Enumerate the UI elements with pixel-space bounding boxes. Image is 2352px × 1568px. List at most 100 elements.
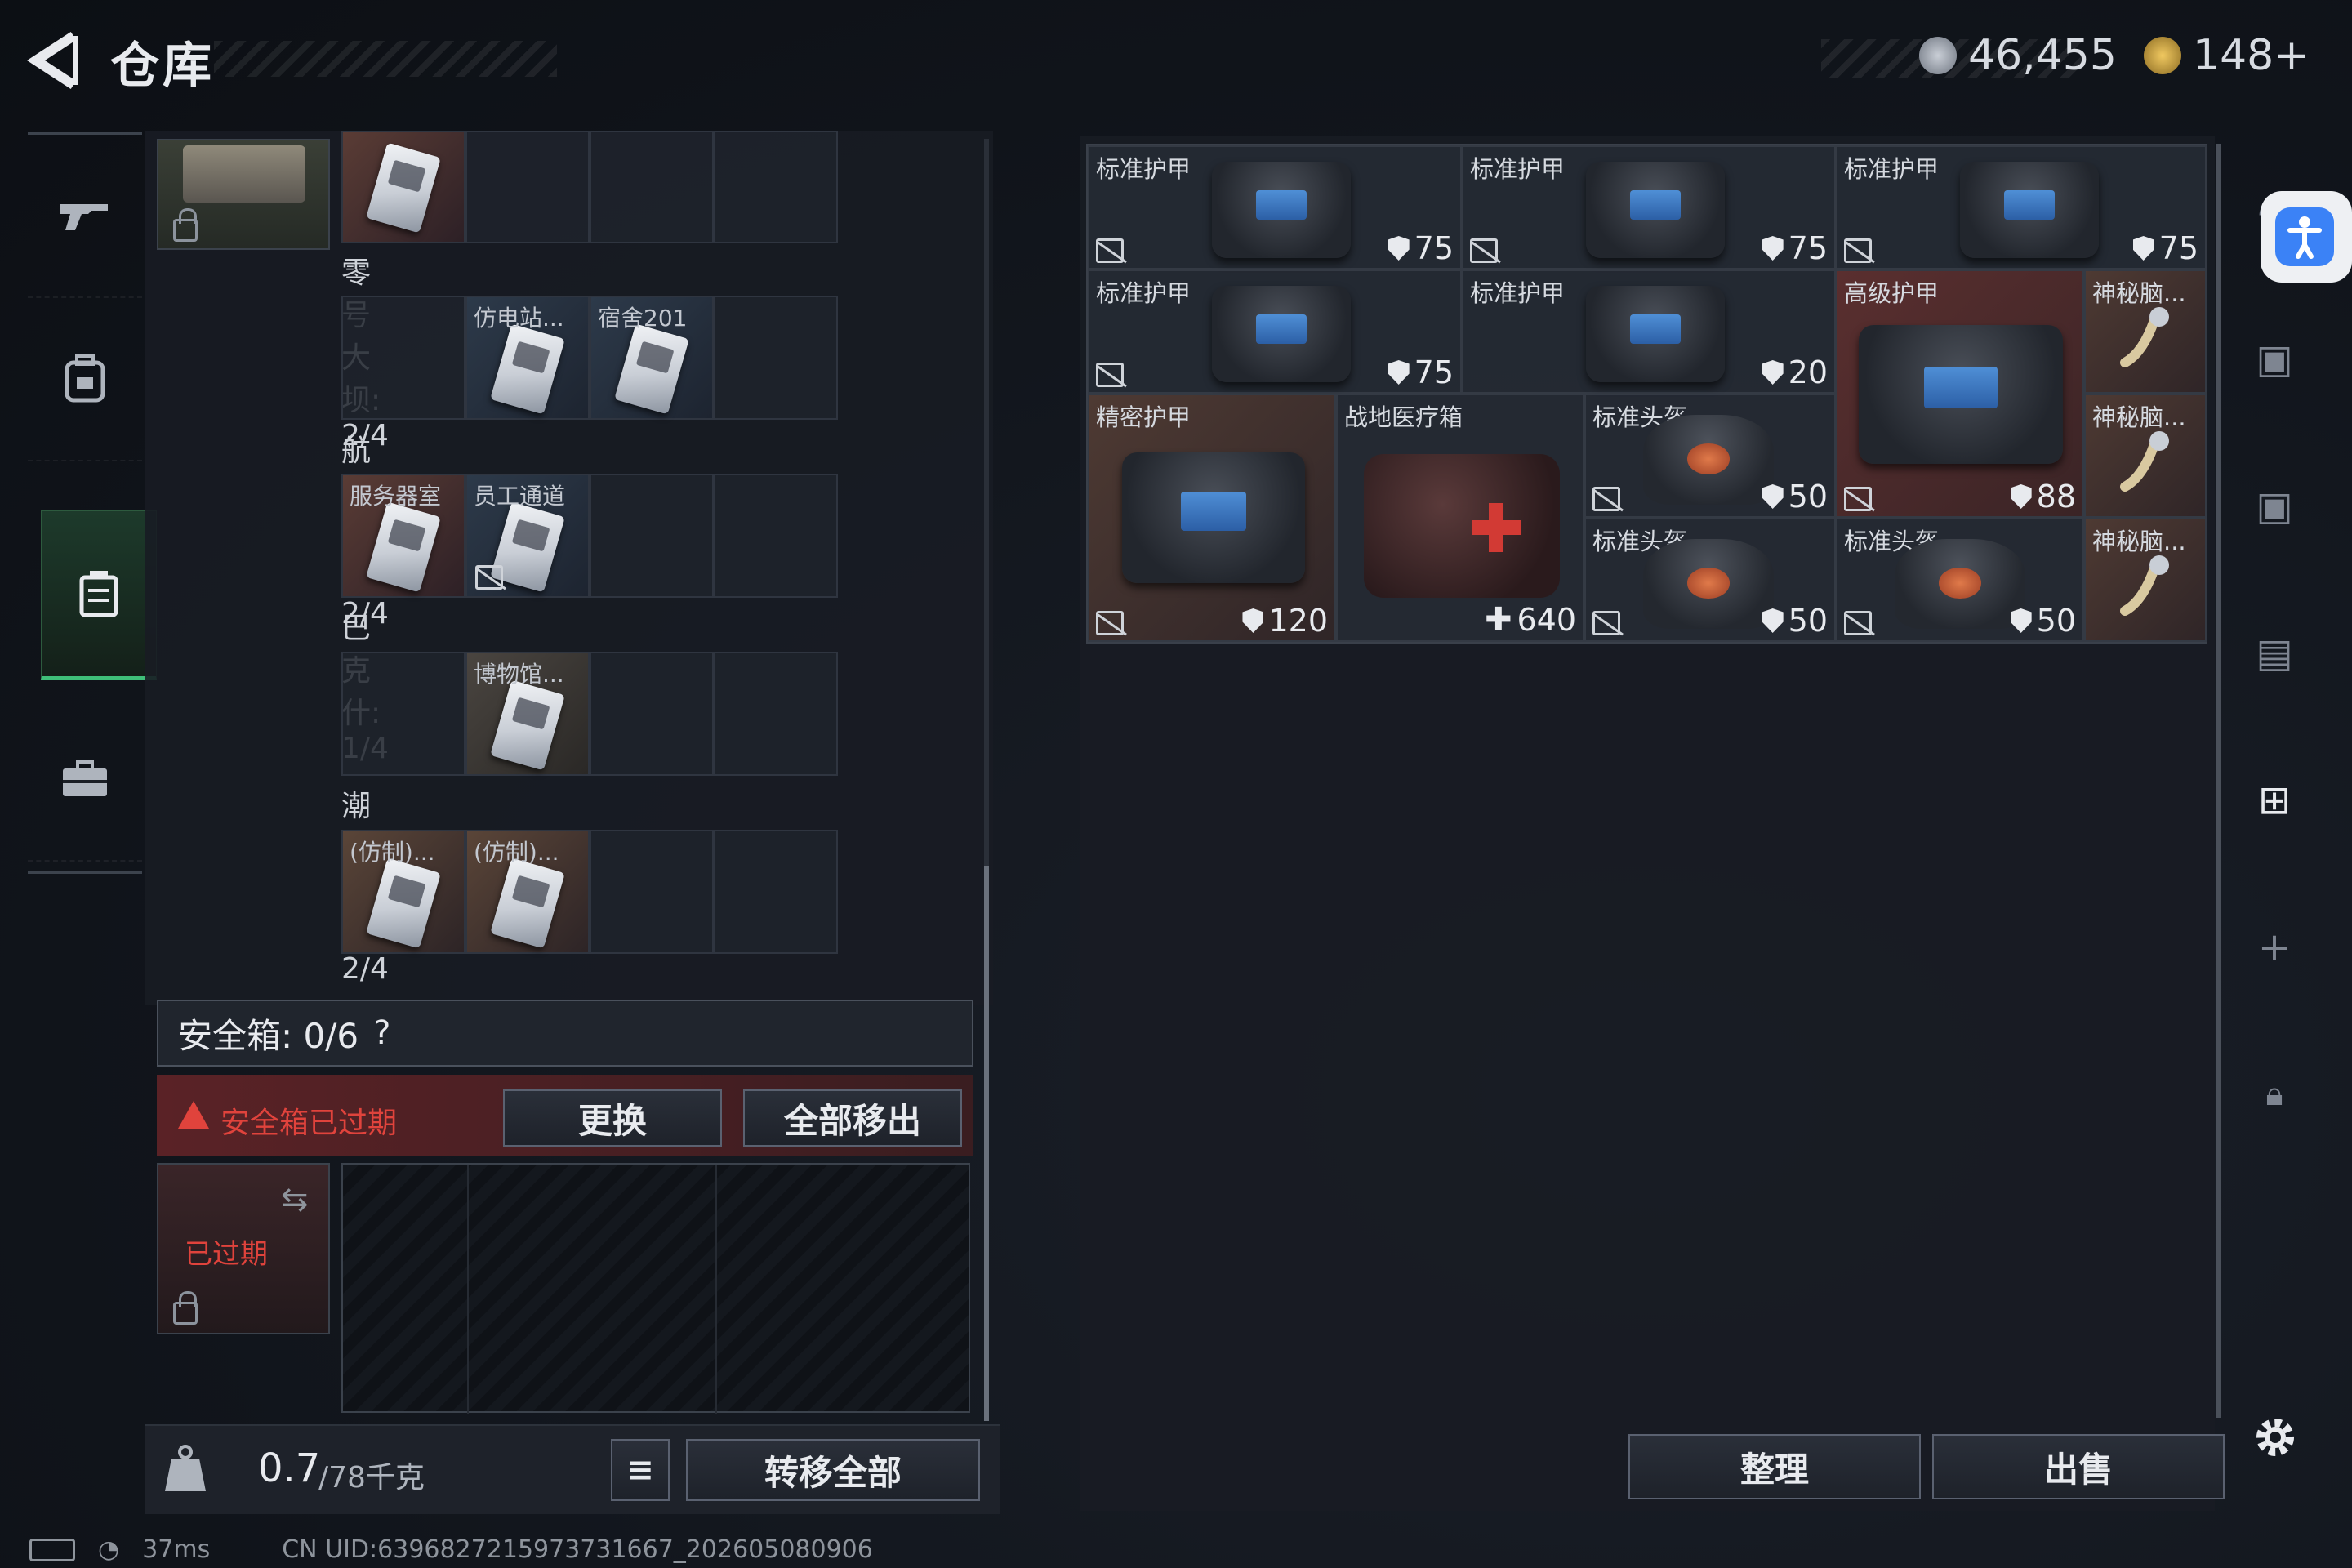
expired-safebox[interactable]: ⇆ 已过期 [157, 1163, 330, 1334]
keycard-slot[interactable]: 员工通道 [466, 474, 590, 598]
add-case-icon[interactable]: ⊞ [2238, 768, 2311, 833]
page-title: 仓库 [110, 38, 215, 95]
item-standard-armor[interactable]: 标准护甲 75 [1088, 145, 1462, 270]
keycard-slot-empty[interactable] [341, 652, 466, 776]
sort-button[interactable]: 整理 [1628, 1434, 1921, 1499]
keycard-image [614, 323, 689, 415]
armor-image [1859, 325, 2063, 464]
grid-line [467, 1165, 469, 1414]
helmet-image [1643, 415, 1774, 505]
keycard-slot-empty[interactable] [714, 474, 838, 598]
armor-image [1212, 162, 1351, 258]
armor-image [1212, 286, 1351, 382]
left-nav [28, 132, 157, 874]
keycard-slot-empty[interactable] [590, 474, 714, 598]
nav-backpack[interactable] [28, 298, 142, 461]
left-scrollbar-thumb[interactable] [984, 866, 989, 1421]
keycard-case[interactable] [157, 139, 330, 250]
expired-tag: 已过期 [185, 1238, 268, 1271]
keycard-slot[interactable]: 宿舍201 [590, 296, 714, 420]
add-icon[interactable]: + [2238, 915, 2311, 980]
transfer-all-button[interactable]: 转移全部 [686, 1439, 980, 1501]
gun-icon [60, 204, 108, 230]
durability-icon [1388, 360, 1410, 385]
plus-icon: ✚ [1484, 601, 1512, 639]
armor-image [1122, 452, 1305, 583]
back-arrow-icon[interactable] [24, 29, 82, 91]
sensor-image [2120, 431, 2169, 492]
item-standard-armor[interactable]: 标准护甲 75 [1462, 145, 1836, 270]
keycard-slot-empty[interactable] [590, 830, 714, 954]
list-view-icon[interactable]: ≡ [611, 1439, 670, 1501]
weight-icon [163, 1444, 207, 1493]
silver-coin-icon [1919, 37, 1957, 74]
backpack-icon [65, 354, 105, 403]
gold-coin-icon [2144, 37, 2181, 74]
item-standard-helmet[interactable]: 标准头盔 50 [1836, 518, 2084, 642]
case-iv-icon[interactable]: ▣ [2238, 474, 2311, 539]
item-standard-armor[interactable]: 标准护甲 20 [1462, 270, 1836, 394]
settings-gear-icon[interactable] [2249, 1411, 2301, 1463]
item-standard-helmet[interactable]: 标准头盔 50 [1584, 394, 1836, 518]
swap-icon[interactable]: ⇆ [281, 1181, 309, 1218]
replace-button[interactable]: 更换 [503, 1089, 722, 1147]
item-standard-armor[interactable]: 标准护甲 75 [1836, 145, 2207, 270]
keycard-image [366, 501, 441, 593]
sell-button[interactable]: 出售 [1932, 1434, 2225, 1499]
warning-icon [178, 1101, 209, 1129]
keycard-slot[interactable]: 博物馆... [466, 652, 590, 776]
durability-icon [2010, 608, 2032, 633]
armor-image [1960, 162, 2099, 258]
nav-toolbox[interactable] [28, 698, 142, 862]
case-v-icon[interactable]: ▣ [2238, 327, 2311, 392]
safebox-grid[interactable] [341, 1163, 970, 1414]
keycard-slot-empty[interactable] [590, 652, 714, 776]
remove-all-button[interactable]: 全部移出 [743, 1089, 962, 1147]
item-standard-helmet[interactable]: 标准头盔 50 [1584, 518, 1836, 642]
keycard-image [490, 858, 565, 949]
accessibility-button[interactable] [2261, 191, 2352, 283]
item-mystery-brain[interactable]: 神秘脑... [2084, 518, 2207, 642]
item-standard-armor[interactable]: 标准护甲 75 [1088, 270, 1462, 394]
durability-icon [1388, 236, 1410, 261]
keycard-slot-empty[interactable] [590, 131, 714, 243]
armor-image [1586, 286, 1725, 382]
keycard-slot[interactable]: (仿制)... [341, 830, 466, 954]
item-field-medkit[interactable]: 战地医疗箱 ✚ 640 [1336, 394, 1584, 642]
no-insure-icon [1592, 611, 1620, 635]
item-advanced-armor[interactable]: 高级护甲 88 [1836, 270, 2084, 518]
battery-icon [29, 1538, 75, 1561]
item-mystery-brain[interactable]: 神秘脑... [2084, 270, 2207, 394]
durability-icon [2010, 484, 2032, 509]
safebox-warning-bar: 安全箱已过期 更换 全部移出 [157, 1075, 973, 1156]
nav-storage[interactable] [41, 510, 157, 680]
durability-icon [1762, 360, 1784, 385]
keycard-slot-empty[interactable] [714, 131, 838, 243]
currency-gold[interactable]: 148+ [2144, 31, 2310, 80]
armor-image [1586, 162, 1725, 258]
keycard-slot-empty[interactable] [714, 830, 838, 954]
keycard-slot-empty[interactable] [466, 131, 590, 243]
right-scrollbar[interactable] [2216, 144, 2221, 1418]
keycard-slot[interactable] [341, 131, 466, 243]
lock-icon[interactable]: 🔒︎ [2238, 1062, 2311, 1127]
keycard-slot-empty[interactable] [341, 296, 466, 420]
sensor-image [2120, 307, 2169, 368]
case-icon[interactable]: ▤ [2238, 621, 2311, 686]
no-insure-icon [1844, 487, 1872, 511]
item-mystery-brain[interactable]: 神秘脑... [2084, 394, 2207, 518]
ping-value: 37ms [142, 1535, 211, 1564]
top-bar: 仓库 46,455 148+ [0, 0, 2352, 122]
keycard-slot-empty[interactable] [714, 652, 838, 776]
keycard-slot-empty[interactable] [714, 296, 838, 420]
nav-weapons[interactable] [28, 135, 142, 298]
weight-max: /78千克 [318, 1461, 425, 1494]
item-precision-armor[interactable]: 精密护甲 120 [1088, 394, 1336, 642]
keycard-slot[interactable]: 仿电站... [466, 296, 590, 420]
left-scrollbar-track[interactable] [984, 139, 989, 1421]
keycard-slot[interactable]: (仿制)... [466, 830, 590, 954]
expired-warning-text: 安全箱已过期 [220, 1107, 398, 1140]
help-icon[interactable]: ? [373, 1014, 390, 1052]
medkit-image [1364, 454, 1560, 598]
keycard-slot[interactable]: 服务器室 [341, 474, 466, 598]
